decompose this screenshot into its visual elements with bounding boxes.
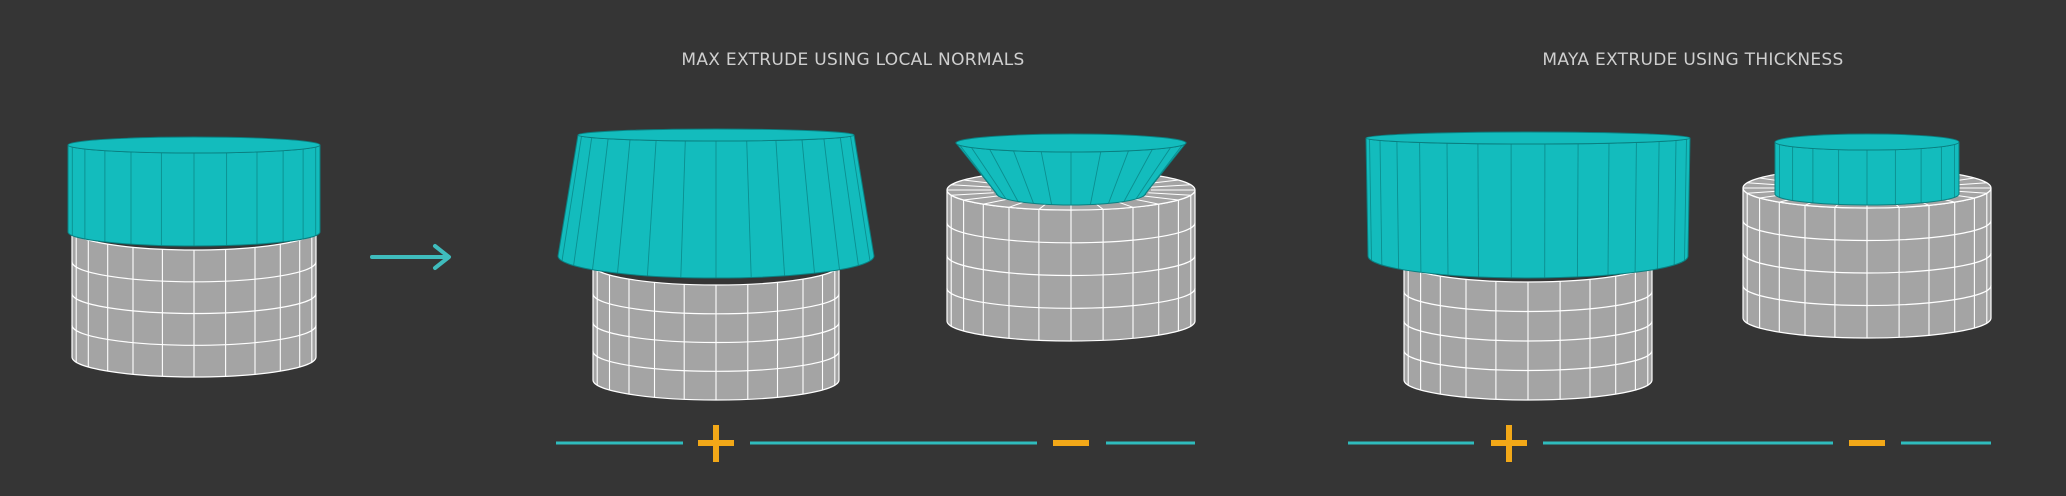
extrude-comparison-diagram: +−+− [67, 128, 1992, 462]
original-cylinder-body [71, 229, 317, 378]
arrow-right-icon [370, 244, 451, 270]
title-maya-extrude: MAYA EXTRUDE USING THICKNESS [1542, 50, 1844, 70]
maya-negative-body [1742, 187, 1992, 339]
plus-icon: + [1491, 425, 1527, 462]
max-positive-body [592, 264, 840, 401]
maya-positive-body [1403, 261, 1653, 401]
max-positive-cap [557, 128, 875, 279]
title-max-extrude: MAX EXTRUDE USING LOCAL NORMALS [681, 50, 1025, 70]
original-cylinder-cap [67, 136, 321, 247]
maya-negative-cap [1774, 133, 1960, 206]
plus-icon: + [698, 425, 734, 462]
maya-positive-cap [1365, 131, 1691, 279]
max-negative-body [946, 189, 1196, 342]
